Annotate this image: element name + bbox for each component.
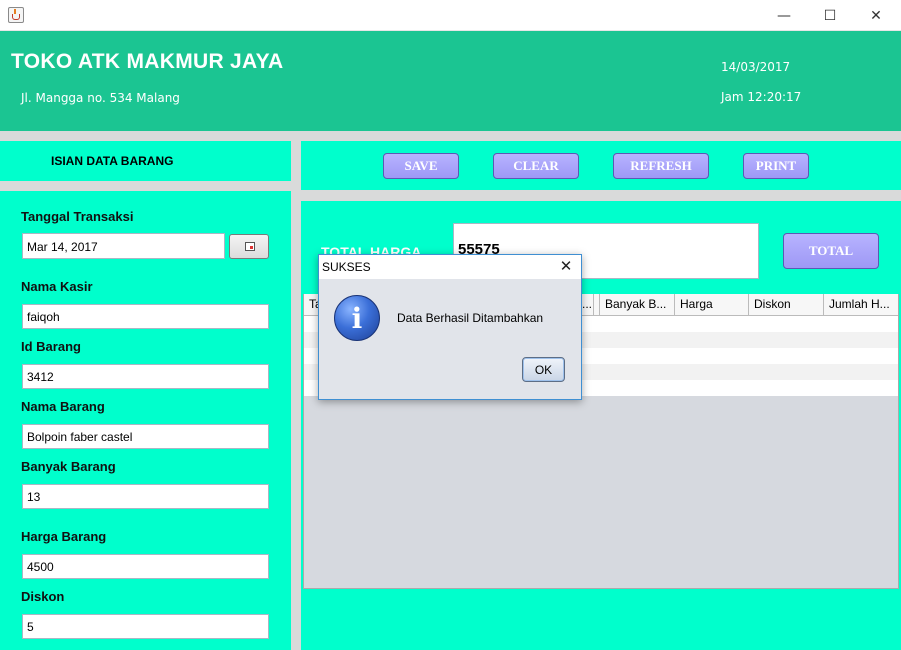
item-name-field[interactable]: Bolpoin faber castel: [22, 424, 269, 449]
column-header-harga[interactable]: Harga: [675, 294, 749, 316]
store-address: Jl. Mangga no. 534 Malang: [21, 91, 180, 105]
item-form-panel: [0, 191, 291, 650]
dialog-title: SUKSES: [322, 260, 371, 274]
ok-button[interactable]: OK: [522, 357, 565, 382]
column-header-hidden[interactable]: ...: [580, 294, 600, 316]
column-header-banyak[interactable]: Banyak B...: [600, 294, 675, 316]
item-id-label: Id Barang: [21, 339, 81, 354]
quantity-field[interactable]: 13: [22, 484, 269, 509]
header-clock: Jam 12:20:17: [721, 90, 802, 104]
transaction-date-label: Tanggal Transaksi: [21, 209, 134, 224]
price-field[interactable]: 4500: [22, 554, 269, 579]
header-banner: [0, 31, 901, 131]
discount-label: Diskon: [21, 589, 65, 604]
print-button[interactable]: PRINT: [743, 153, 809, 179]
form-section-title: ISIAN DATA BARANG: [51, 154, 174, 168]
column-header-diskon[interactable]: Diskon: [749, 294, 824, 316]
minimize-button[interactable]: —: [761, 0, 807, 31]
info-icon: i: [334, 295, 380, 341]
header-date: 14/03/2017: [721, 60, 791, 74]
total-button[interactable]: TOTAL: [783, 233, 879, 269]
close-window-button[interactable]: ✕: [853, 0, 899, 31]
refresh-button[interactable]: REFRESH: [613, 153, 709, 179]
transaction-date-field[interactable]: Mar 14, 2017: [22, 233, 225, 259]
save-button[interactable]: SAVE: [383, 153, 459, 179]
dialog-close-button[interactable]: ✕: [556, 257, 576, 277]
store-title: TOKO ATK MAKMUR JAYA: [11, 50, 284, 73]
cashier-name-field[interactable]: faiqoh: [22, 304, 269, 329]
dialog-message: Data Berhasil Ditambahkan: [397, 311, 544, 325]
item-id-field[interactable]: 3412: [22, 364, 269, 389]
date-picker-button[interactable]: [229, 234, 269, 259]
maximize-button[interactable]: ☐: [807, 0, 853, 31]
java-app-icon: [8, 7, 24, 23]
item-name-label: Nama Barang: [21, 399, 105, 414]
price-label: Harga Barang: [21, 529, 107, 544]
cashier-name-label: Nama Kasir: [21, 279, 93, 294]
calendar-icon: [245, 242, 255, 251]
clear-button[interactable]: CLEAR: [493, 153, 579, 179]
column-header-jumlah[interactable]: Jumlah H...: [824, 294, 898, 316]
discount-field[interactable]: 5: [22, 614, 269, 639]
quantity-label: Banyak Barang: [21, 459, 116, 474]
